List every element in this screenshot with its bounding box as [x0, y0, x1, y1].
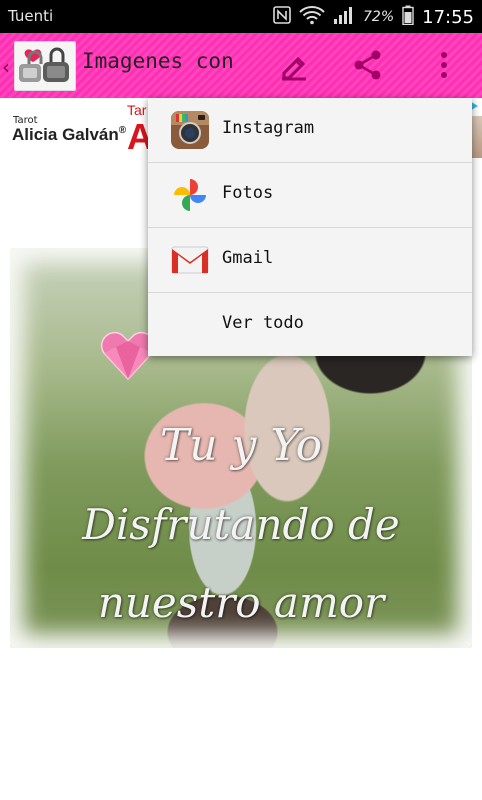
- app-bar: ‹ Imagenes con frases de amor: [0, 33, 482, 98]
- carrier-name: Tuenti: [8, 7, 54, 25]
- share-item-photos[interactable]: Fotos: [148, 163, 472, 228]
- battery-percent: 72%: [363, 9, 395, 25]
- overflow-menu-icon[interactable]: [426, 47, 462, 83]
- status-bar: Tuenti 72% 17:55: [0, 0, 482, 33]
- image-caption-line-3: nuestro amor: [97, 578, 385, 627]
- app-title: Imagenes con frases de amor: [82, 49, 242, 73]
- ad-brand-name: Alicia Galván: [12, 125, 119, 144]
- share-item-label: Gmail: [222, 248, 274, 268]
- signal-icon: [333, 5, 355, 29]
- status-icons: 72% 17:55: [273, 5, 474, 29]
- wifi-icon: [299, 5, 325, 29]
- image-caption-line-2: Disfrutando de: [82, 500, 400, 549]
- share-item-gmail[interactable]: Gmail: [148, 228, 472, 293]
- instagram-icon: [170, 110, 210, 150]
- back-icon[interactable]: ‹: [2, 55, 10, 79]
- nfc-icon: [273, 6, 291, 28]
- gmail-icon: [170, 240, 210, 280]
- share-item-see-all[interactable]: Ver todo: [148, 293, 472, 357]
- share-item-label: Instagram: [222, 118, 315, 138]
- share-icon[interactable]: [350, 47, 386, 83]
- ad-red-text: Tar A: [127, 102, 153, 157]
- ad-brand: Alicia Galván®: [12, 125, 126, 145]
- image-caption-line-1: Tu y Yo: [159, 420, 323, 471]
- share-item-label: Fotos: [222, 183, 274, 203]
- edit-icon[interactable]: [276, 47, 312, 83]
- battery-icon: [402, 5, 414, 29]
- photos-icon: [170, 175, 210, 215]
- share-item-label: Ver todo: [222, 313, 304, 333]
- app-logo[interactable]: [14, 41, 76, 91]
- clock: 17:55: [422, 6, 474, 28]
- ad-registered-mark: ®: [118, 125, 127, 136]
- share-item-instagram[interactable]: Instagram: [148, 98, 472, 163]
- share-menu: Instagram Fotos Gmail Ver todo: [148, 98, 472, 356]
